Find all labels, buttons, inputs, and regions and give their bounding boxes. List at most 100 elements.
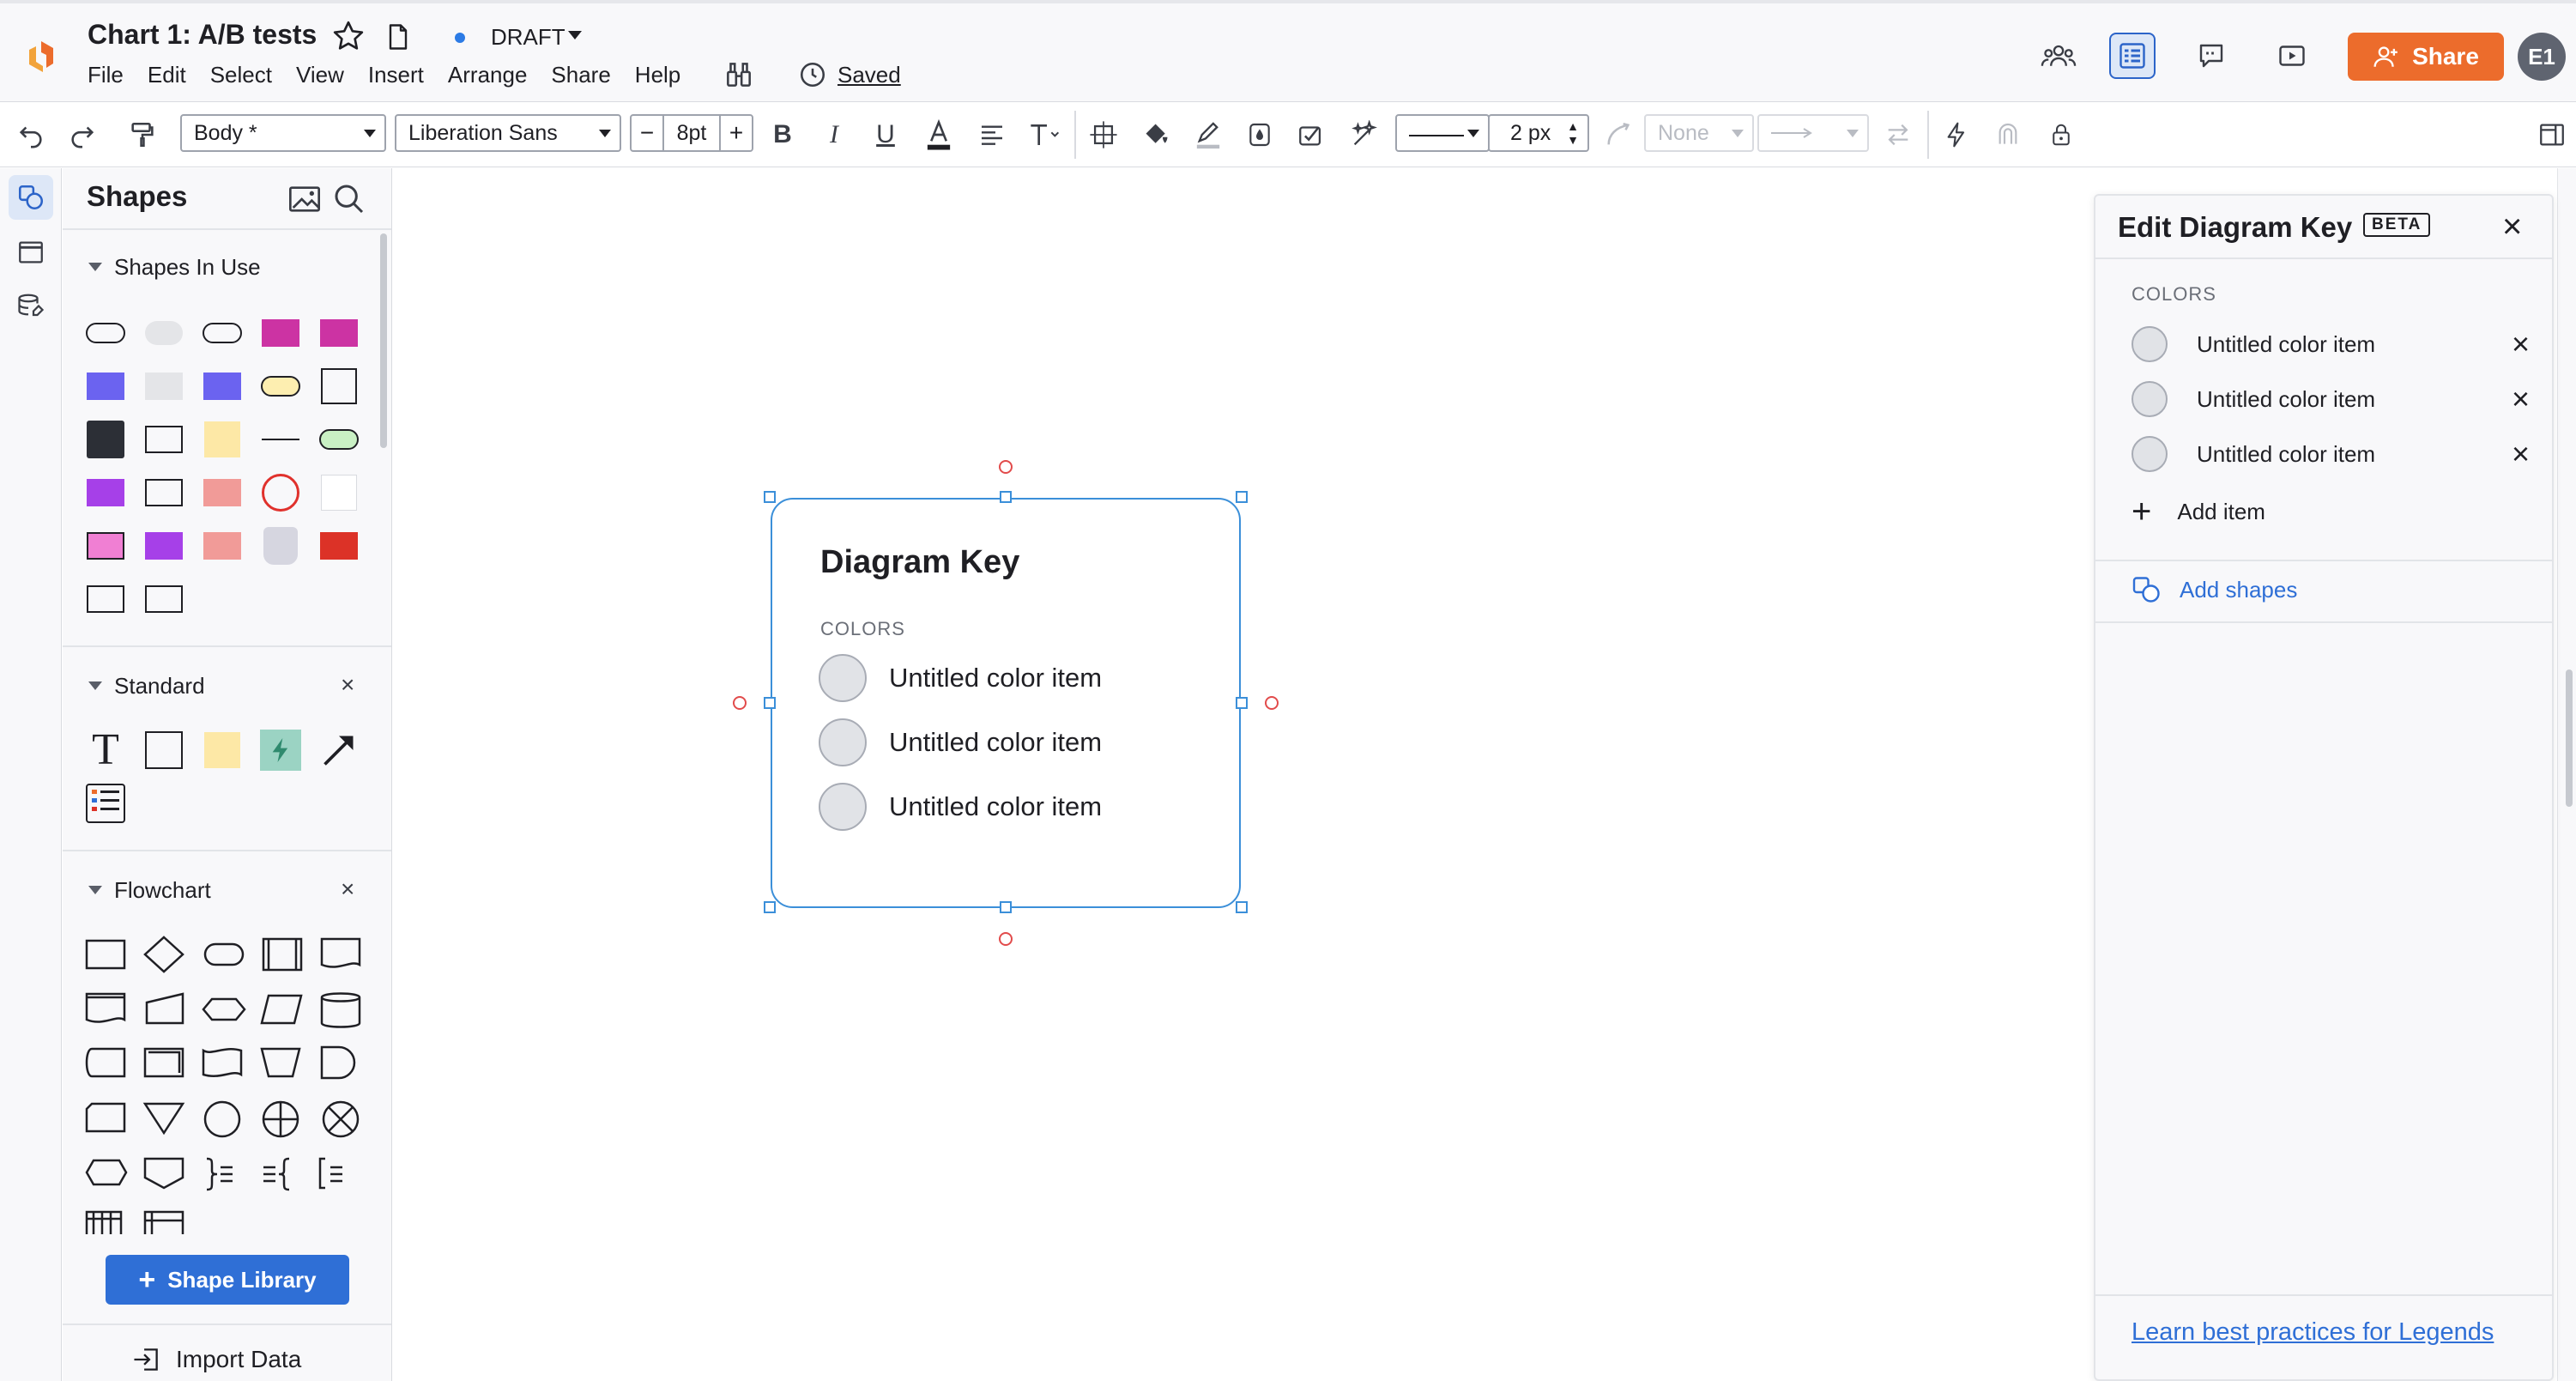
- resize-handle-bottom-right[interactable]: [1236, 901, 1248, 913]
- bold-icon[interactable]: B: [765, 118, 800, 152]
- lucid-logo-icon[interactable]: [24, 38, 58, 76]
- text-style-select[interactable]: Body *: [180, 114, 386, 152]
- chevron-down-icon[interactable]: [568, 31, 582, 39]
- yellow-terminator-shape[interactable]: [260, 366, 301, 407]
- diagram-key-item[interactable]: Untitled color item: [819, 718, 1102, 766]
- import-data-button[interactable]: Import Data: [131, 1346, 301, 1373]
- star-icon[interactable]: [331, 19, 366, 53]
- opacity-icon[interactable]: [1243, 118, 1277, 152]
- resize-handle-bottom-left[interactable]: [764, 901, 776, 913]
- format-painter-icon[interactable]: [125, 118, 160, 152]
- rectangle-shape[interactable]: [143, 472, 184, 513]
- canvas-scrollbar[interactable]: [2566, 669, 2573, 807]
- rectangle-shape[interactable]: [143, 578, 184, 620]
- menu-view[interactable]: View: [296, 62, 344, 88]
- text-align-icon[interactable]: [975, 118, 1009, 152]
- dark-square-shape[interactable]: [85, 419, 126, 460]
- green-terminator-shape[interactable]: [318, 419, 360, 460]
- text-shape[interactable]: T: [85, 728, 126, 772]
- share-button[interactable]: Share: [2348, 33, 2504, 81]
- pink-rectangle-shape[interactable]: [85, 525, 126, 566]
- binoculars-icon[interactable]: [723, 58, 755, 91]
- color-swatch-button[interactable]: [2132, 381, 2168, 417]
- learn-best-practices-link[interactable]: Learn best practices for Legends: [2132, 1318, 2494, 1347]
- rectangle-shape[interactable]: [143, 730, 184, 771]
- purple-rectangle-shape[interactable]: [85, 472, 126, 513]
- add-item-button[interactable]: + Add item: [2132, 493, 2265, 531]
- add-shapes-button[interactable]: Add shapes: [2132, 575, 2297, 604]
- collapse-triangle-icon[interactable]: [88, 681, 102, 690]
- lock-icon[interactable]: [2044, 118, 2078, 152]
- connection-point-left[interactable]: [733, 696, 747, 710]
- menu-arrange[interactable]: Arrange: [448, 62, 528, 88]
- menu-share[interactable]: Share: [551, 62, 610, 88]
- rectangle-shape[interactable]: [143, 419, 184, 460]
- resize-handle-top-right[interactable]: [1236, 491, 1248, 503]
- diagram-canvas[interactable]: Diagram Key COLORS Untitled color item U…: [393, 168, 2295, 1381]
- comments-button[interactable]: [2188, 33, 2234, 79]
- italic-icon[interactable]: I: [817, 118, 851, 152]
- underline-icon[interactable]: U: [868, 118, 903, 152]
- collaborators-button[interactable]: [2035, 33, 2082, 79]
- shape-bounds-icon[interactable]: [1086, 118, 1121, 152]
- close-section-icon[interactable]: ×: [341, 875, 354, 903]
- flowchart-shapes-grid[interactable]: [85, 934, 368, 1234]
- text-color-icon[interactable]: [922, 118, 956, 152]
- diagram-key-item[interactable]: Untitled color item: [819, 654, 1102, 702]
- close-section-icon[interactable]: ×: [341, 671, 354, 699]
- rectangle-shape[interactable]: [85, 578, 126, 620]
- resize-handle-top[interactable]: [1000, 491, 1012, 503]
- resize-handle-bottom[interactable]: [1000, 901, 1012, 913]
- rail-data-button[interactable]: [9, 285, 53, 330]
- remove-item-icon[interactable]: ×: [2512, 326, 2530, 362]
- arrow-shape[interactable]: [318, 730, 360, 771]
- color-swatch-button[interactable]: [2132, 326, 2168, 362]
- key-item-label[interactable]: Untitled color item: [2197, 386, 2512, 413]
- line-style-select[interactable]: [1395, 114, 1490, 152]
- lightning-icon[interactable]: [1939, 118, 1974, 152]
- key-item-row[interactable]: Untitled color item ×: [2132, 324, 2530, 364]
- draft-status-label[interactable]: DRAFT: [491, 24, 565, 51]
- cylinder-shape[interactable]: [260, 525, 301, 566]
- saved-status-link[interactable]: Saved: [838, 62, 901, 88]
- font-size-increase-button[interactable]: +: [721, 119, 752, 147]
- shapes-panel-scrollbar[interactable]: [380, 233, 387, 448]
- blue-rectangle-shape[interactable]: [202, 366, 243, 407]
- collapse-triangle-icon[interactable]: [88, 263, 102, 271]
- stepper-arrows-icon[interactable]: ▲ ▼: [1567, 119, 1579, 147]
- resize-handle-right[interactable]: [1236, 697, 1248, 709]
- diagram-key-panel-button[interactable]: [2109, 33, 2156, 79]
- diagram-key-shape[interactable]: Diagram Key COLORS Untitled color item U…: [771, 498, 1241, 908]
- key-item-label[interactable]: Untitled color item: [2197, 331, 2512, 358]
- connection-point-top[interactable]: [999, 460, 1013, 474]
- salmon-rectangle-shape[interactable]: [202, 525, 243, 566]
- cloud-shape[interactable]: [143, 312, 184, 354]
- document-icon[interactable]: [383, 21, 414, 53]
- menu-help[interactable]: Help: [635, 62, 680, 88]
- square-shape[interactable]: [318, 366, 360, 407]
- font-size-decrease-button[interactable]: −: [632, 119, 662, 147]
- gray-rectangle-shape[interactable]: [143, 366, 184, 407]
- rail-templates-button[interactable]: [9, 230, 53, 275]
- font-size-stepper[interactable]: − 8pt +: [630, 114, 753, 152]
- menu-insert[interactable]: Insert: [368, 62, 424, 88]
- action-shape[interactable]: [260, 730, 301, 771]
- avatar[interactable]: E1: [2518, 33, 2566, 81]
- sidebar-toggle-icon[interactable]: [2535, 118, 2569, 152]
- magenta-rectangle-shape[interactable]: [260, 312, 301, 354]
- present-button[interactable]: [2269, 33, 2315, 79]
- search-icon[interactable]: [332, 182, 366, 216]
- color-swatch-button[interactable]: [2132, 436, 2168, 472]
- connection-point-right[interactable]: [1265, 696, 1279, 710]
- text-options-icon[interactable]: [1026, 118, 1061, 152]
- connection-point-bottom[interactable]: [999, 932, 1013, 946]
- menu-edit[interactable]: Edit: [148, 62, 186, 88]
- remove-item-icon[interactable]: ×: [2512, 381, 2530, 417]
- key-item-label[interactable]: Untitled color item: [2197, 441, 2512, 468]
- remove-item-icon[interactable]: ×: [2512, 436, 2530, 472]
- shape-library-button[interactable]: + Shape Library: [106, 1255, 349, 1305]
- menu-file[interactable]: File: [88, 62, 124, 88]
- section-flowchart[interactable]: Flowchart: [114, 877, 211, 904]
- diagram-key-title[interactable]: Diagram Key: [820, 544, 1019, 581]
- key-item-row[interactable]: Untitled color item ×: [2132, 379, 2530, 419]
